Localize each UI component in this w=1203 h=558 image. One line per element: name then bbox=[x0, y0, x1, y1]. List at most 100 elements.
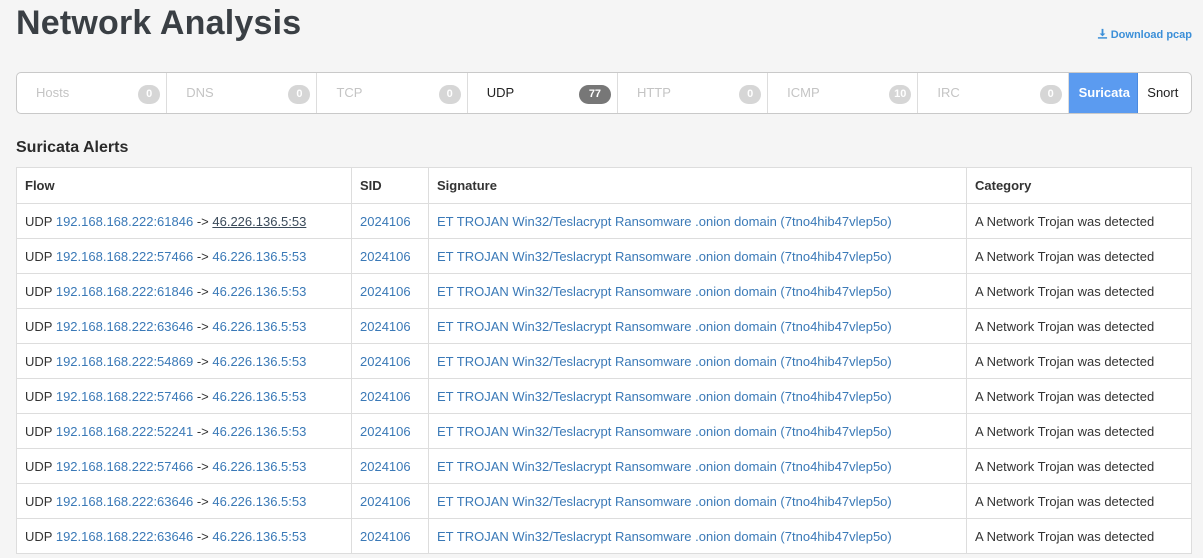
column-header-category: Category bbox=[966, 167, 1192, 204]
signature-cell: ET TROJAN Win32/Teslacrypt Ransomware .o… bbox=[428, 448, 967, 484]
tab-count-badge: 10 bbox=[889, 85, 912, 104]
tab-count-badge: 0 bbox=[438, 85, 461, 104]
table-row: UDP 192.168.168.222:63646 -> 46.226.136.… bbox=[16, 308, 1192, 344]
destination-address-link[interactable]: 46.226.136.5:53 bbox=[212, 389, 306, 404]
signature-link[interactable]: ET TROJAN Win32/Teslacrypt Ransomware .o… bbox=[437, 459, 892, 474]
source-address-link[interactable]: 192.168.168.222:54869 bbox=[56, 354, 193, 369]
protocol-label: UDP bbox=[25, 388, 53, 404]
signature-cell: ET TROJAN Win32/Teslacrypt Ransomware .o… bbox=[428, 343, 967, 379]
tab-tcp[interactable]: TCP 0 bbox=[317, 73, 468, 113]
sid-cell: 2024106 bbox=[351, 413, 429, 449]
protocol-label: UDP bbox=[25, 248, 53, 264]
source-address-link[interactable]: 192.168.168.222:57466 bbox=[56, 459, 193, 474]
tab-count-badge: 77 bbox=[578, 85, 611, 104]
source-address-link[interactable]: 192.168.168.222:61846 bbox=[56, 214, 193, 229]
destination-address-link[interactable]: 46.226.136.5:53 bbox=[212, 284, 306, 299]
signature-link[interactable]: ET TROJAN Win32/Teslacrypt Ransomware .o… bbox=[437, 249, 892, 264]
download-pcap-link[interactable]: Download pcap bbox=[1097, 28, 1192, 42]
signature-link[interactable]: ET TROJAN Win32/Teslacrypt Ransomware .o… bbox=[437, 354, 892, 369]
tab-label: ICMP bbox=[787, 85, 820, 100]
tab-suricata[interactable]: Suricata bbox=[1068, 73, 1139, 113]
source-address-link[interactable]: 192.168.168.222:57466 bbox=[56, 389, 193, 404]
table-header-row: Flow SID Signature Category bbox=[16, 167, 1192, 204]
signature-cell: ET TROJAN Win32/Teslacrypt Ransomware .o… bbox=[428, 273, 967, 309]
sid-cell: 2024106 bbox=[351, 483, 429, 519]
tab-irc[interactable]: IRC 0 bbox=[918, 73, 1069, 113]
sid-link[interactable]: 2024106 bbox=[360, 424, 411, 439]
destination-address-link[interactable]: 46.226.136.5:53 bbox=[212, 354, 306, 369]
flow-cell: UDP 192.168.168.222:54869 -> 46.226.136.… bbox=[16, 343, 352, 379]
category-cell: A Network Trojan was detected bbox=[966, 378, 1192, 414]
sid-link[interactable]: 2024106 bbox=[360, 319, 411, 334]
table-row: UDP 192.168.168.222:52241 -> 46.226.136.… bbox=[16, 413, 1192, 449]
table-row: UDP 192.168.168.222:63646 -> 46.226.136.… bbox=[16, 483, 1192, 519]
category-cell: A Network Trojan was detected bbox=[966, 448, 1192, 484]
tab-dns[interactable]: DNS 0 bbox=[167, 73, 318, 113]
flow-arrow: -> bbox=[196, 353, 209, 369]
category-cell: A Network Trojan was detected bbox=[966, 273, 1192, 309]
section-title: Suricata Alerts bbox=[16, 139, 129, 156]
flow-arrow: -> bbox=[196, 248, 209, 264]
protocol-label: UDP bbox=[25, 493, 53, 509]
table-row: UDP 192.168.168.222:63646 -> 46.226.136.… bbox=[16, 518, 1192, 554]
sid-cell: 2024106 bbox=[351, 343, 429, 379]
sid-link[interactable]: 2024106 bbox=[360, 214, 411, 229]
source-address-link[interactable]: 192.168.168.222:63646 bbox=[56, 494, 193, 509]
flow-cell: UDP 192.168.168.222:57466 -> 46.226.136.… bbox=[16, 378, 352, 414]
signature-link[interactable]: ET TROJAN Win32/Teslacrypt Ransomware .o… bbox=[437, 319, 892, 334]
sid-cell: 2024106 bbox=[351, 448, 429, 484]
tab-udp[interactable]: UDP 77 bbox=[468, 73, 618, 113]
signature-link[interactable]: ET TROJAN Win32/Teslacrypt Ransomware .o… bbox=[437, 284, 892, 299]
table-row: UDP 192.168.168.222:57466 -> 46.226.136.… bbox=[16, 448, 1192, 484]
destination-address-link[interactable]: 46.226.136.5:53 bbox=[212, 424, 306, 439]
sid-link[interactable]: 2024106 bbox=[360, 494, 411, 509]
source-address-link[interactable]: 192.168.168.222:63646 bbox=[56, 319, 193, 334]
signature-link[interactable]: ET TROJAN Win32/Teslacrypt Ransomware .o… bbox=[437, 389, 892, 404]
sid-link[interactable]: 2024106 bbox=[360, 529, 411, 544]
tab-label: Suricata bbox=[1078, 85, 1130, 100]
destination-address-link[interactable]: 46.226.136.5:53 bbox=[212, 214, 306, 229]
analysis-tabs: Hosts 0 DNS 0 TCP 0 UDP 77 HTTP 0 ICMP 1… bbox=[16, 72, 1192, 114]
column-header-flow: Flow bbox=[16, 167, 352, 204]
flow-cell: UDP 192.168.168.222:57466 -> 46.226.136.… bbox=[16, 238, 352, 274]
suricata-alerts-table: Flow SID Signature Category UDP 192.168.… bbox=[16, 167, 1192, 554]
destination-address-link[interactable]: 46.226.136.5:53 bbox=[212, 494, 306, 509]
tab-count-badge: 0 bbox=[1039, 85, 1062, 104]
protocol-label: UDP bbox=[25, 353, 53, 369]
flow-arrow: -> bbox=[196, 528, 209, 544]
tab-http[interactable]: HTTP 0 bbox=[618, 73, 769, 113]
sid-link[interactable]: 2024106 bbox=[360, 459, 411, 474]
table-row: UDP 192.168.168.222:57466 -> 46.226.136.… bbox=[16, 238, 1192, 274]
tab-hosts[interactable]: Hosts 0 bbox=[17, 73, 168, 113]
signature-link[interactable]: ET TROJAN Win32/Teslacrypt Ransomware .o… bbox=[437, 529, 892, 544]
destination-address-link[interactable]: 46.226.136.5:53 bbox=[212, 249, 306, 264]
tab-count-badge: 0 bbox=[288, 85, 311, 104]
sid-link[interactable]: 2024106 bbox=[360, 284, 411, 299]
signature-link[interactable]: ET TROJAN Win32/Teslacrypt Ransomware .o… bbox=[437, 424, 892, 439]
signature-link[interactable]: ET TROJAN Win32/Teslacrypt Ransomware .o… bbox=[437, 494, 892, 509]
destination-address-link[interactable]: 46.226.136.5:53 bbox=[212, 529, 306, 544]
source-address-link[interactable]: 192.168.168.222:57466 bbox=[56, 249, 193, 264]
tab-snort[interactable]: Snort bbox=[1138, 73, 1191, 113]
sid-cell: 2024106 bbox=[351, 238, 429, 274]
signature-cell: ET TROJAN Win32/Teslacrypt Ransomware .o… bbox=[428, 483, 967, 519]
source-address-link[interactable]: 192.168.168.222:63646 bbox=[56, 529, 193, 544]
tab-label: IRC bbox=[937, 85, 960, 100]
source-address-link[interactable]: 192.168.168.222:52241 bbox=[56, 424, 193, 439]
sid-cell: 2024106 bbox=[351, 518, 429, 554]
destination-address-link[interactable]: 46.226.136.5:53 bbox=[212, 319, 306, 334]
sid-link[interactable]: 2024106 bbox=[360, 354, 411, 369]
source-address-link[interactable]: 192.168.168.222:61846 bbox=[56, 284, 193, 299]
flow-cell: UDP 192.168.168.222:63646 -> 46.226.136.… bbox=[16, 483, 352, 519]
signature-cell: ET TROJAN Win32/Teslacrypt Ransomware .o… bbox=[428, 203, 967, 239]
sid-link[interactable]: 2024106 bbox=[360, 389, 411, 404]
destination-address-link[interactable]: 46.226.136.5:53 bbox=[212, 459, 306, 474]
protocol-label: UDP bbox=[25, 213, 53, 229]
signature-link[interactable]: ET TROJAN Win32/Teslacrypt Ransomware .o… bbox=[437, 214, 892, 229]
signature-cell: ET TROJAN Win32/Teslacrypt Ransomware .o… bbox=[428, 518, 967, 554]
tab-label: Snort bbox=[1147, 85, 1179, 100]
category-cell: A Network Trojan was detected bbox=[966, 308, 1192, 344]
category-cell: A Network Trojan was detected bbox=[966, 203, 1192, 239]
sid-link[interactable]: 2024106 bbox=[360, 249, 411, 264]
tab-icmp[interactable]: ICMP 10 bbox=[768, 73, 919, 113]
